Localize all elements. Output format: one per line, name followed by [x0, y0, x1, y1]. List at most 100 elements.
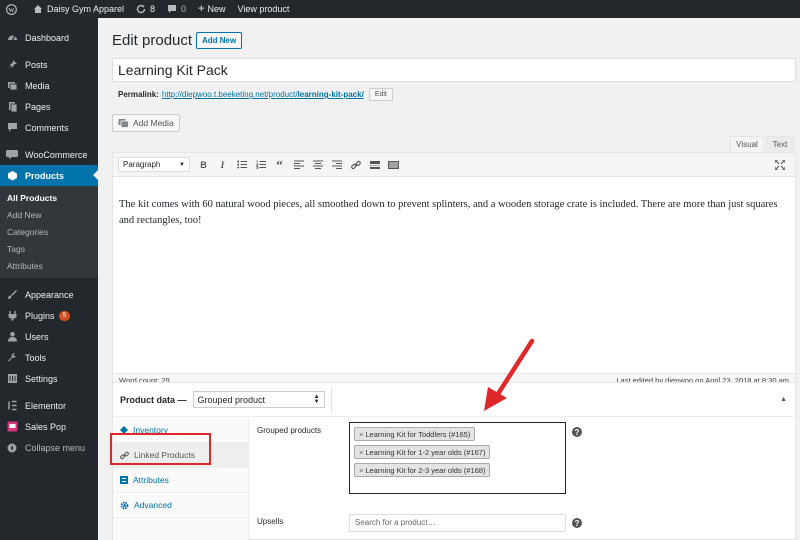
remove-icon[interactable]: × [359, 430, 363, 439]
home-icon [34, 5, 42, 13]
wordpress-logo[interactable]: W [0, 0, 27, 18]
submenu-all-products[interactable]: All Products [0, 189, 98, 206]
link-icon [350, 160, 361, 169]
sidebar-label: Pages [25, 101, 51, 112]
product-type-select[interactable]: Grouped product ▲ ▼ [192, 391, 325, 408]
align-right-button[interactable] [327, 157, 346, 173]
sidebar-item-media[interactable]: Media [0, 75, 98, 96]
sidebar-item-comments[interactable]: Comments [0, 117, 98, 138]
sales-pop-icon [6, 421, 18, 433]
grouped-product-chip[interactable]: × Learning Kit for 2-3 year olds (#168) [354, 463, 491, 477]
submenu-attributes[interactable]: Attributes [0, 257, 98, 274]
italic-button[interactable]: I [213, 157, 232, 173]
sidebar-item-users[interactable]: Users [0, 326, 98, 347]
linked-products-highlight [110, 433, 211, 465]
select-arrows-icon: ▲ ▼ [313, 393, 320, 405]
tab-visual[interactable]: Visual [730, 136, 764, 152]
numbered-list-button[interactable] [251, 157, 270, 173]
tab-text[interactable]: Text [766, 136, 794, 152]
sidebar-label: Plugins [25, 310, 55, 321]
plugins-update-badge: 5 [58, 310, 71, 321]
svg-text:W: W [8, 6, 15, 13]
bold-button[interactable]: B [194, 157, 213, 173]
view-product-label: View product [237, 4, 290, 14]
sidebar-item-woocommerce[interactable]: WooCommerce [0, 144, 98, 165]
grouped-products-field[interactable]: × Learning Kit for Toddlers (#165) × Learn… [349, 422, 566, 494]
woocommerce-icon [6, 149, 18, 161]
tab-label: Advanced [134, 500, 172, 510]
wrench-icon [6, 352, 18, 364]
fullscreen-button[interactable] [770, 157, 789, 173]
comment-icon [168, 5, 177, 13]
comments-link[interactable]: 0 [161, 0, 192, 18]
sidebar-item-tools[interactable]: Tools [0, 347, 98, 368]
sidebar-label: Sales Pop [25, 421, 67, 432]
insert-link-button[interactable] [346, 157, 365, 173]
format-select[interactable]: Paragraph ▼ [118, 157, 190, 172]
comment-icon [6, 122, 18, 134]
keyboard-icon [388, 160, 399, 169]
sidebar-item-dashboard[interactable]: Dashboard [0, 27, 98, 48]
upsells-help-icon[interactable]: ? [572, 518, 582, 528]
bullet-list-button[interactable] [232, 157, 251, 173]
add-media-button[interactable]: Add Media [112, 114, 180, 132]
add-media-label: Add Media [133, 118, 174, 128]
align-center-button[interactable] [308, 157, 327, 173]
quote-icon: “ [276, 156, 283, 172]
grouped-help-icon[interactable]: ? [572, 427, 582, 437]
submenu-tags[interactable]: Tags [0, 240, 98, 257]
sidebar-item-posts[interactable]: Posts [0, 54, 98, 75]
media-icon [6, 80, 18, 92]
sidebar-item-elementor[interactable]: Elementor [0, 395, 98, 416]
align-left-button[interactable] [289, 157, 308, 173]
sidebar-label: WooCommerce [25, 149, 88, 160]
permalink-link[interactable]: http://diepwoo.t.beeketing.net/product/l… [162, 90, 364, 99]
sidebar-item-appearance[interactable]: Appearance [0, 284, 98, 305]
submenu-categories[interactable]: Categories [0, 223, 98, 240]
editor-content[interactable]: The kit comes with 60 natural wood piece… [113, 177, 795, 229]
new-content-link[interactable]: + New [192, 0, 231, 18]
align-right-icon [331, 160, 342, 169]
gear-icon [120, 501, 129, 510]
align-center-icon [312, 160, 323, 169]
permalink-row: Permalink: http://diepwoo.t.beeketing.ne… [118, 88, 393, 101]
grouped-product-chip[interactable]: × Learning Kit for 1-2 year olds (#167) [354, 445, 491, 459]
media-icon [118, 119, 129, 128]
paintbrush-icon [6, 289, 18, 301]
read-more-button[interactable] [365, 157, 384, 173]
product-data-header: Product data — Grouped product ▲ ▼ ▲ [113, 383, 795, 417]
sidebar-item-pages[interactable]: Pages [0, 96, 98, 117]
permalink-label: Permalink: [118, 90, 159, 99]
sidebar-label: Users [25, 331, 49, 342]
view-product-link[interactable]: View product [232, 0, 296, 18]
grouped-product-chip[interactable]: × Learning Kit for Toddlers (#165) [354, 427, 476, 441]
sidebar-label: Settings [25, 373, 58, 384]
permalink-edit-button[interactable]: Edit [368, 88, 393, 101]
sidebar-label: Tools [25, 352, 47, 363]
remove-icon[interactable]: × [359, 448, 363, 457]
product-data-label: Product data — [120, 394, 187, 405]
toolbar-toggle-button[interactable] [384, 157, 403, 173]
collapse-toggle-icon[interactable]: ▲ [780, 396, 787, 403]
page-title: Edit product [112, 32, 193, 49]
site-name-link[interactable]: Daisy Gym Apparel [27, 0, 130, 18]
sidebar-item-products[interactable]: Products [0, 165, 98, 186]
remove-icon[interactable]: × [359, 466, 363, 475]
plus-icon: + [198, 3, 205, 15]
tab-attributes[interactable]: Attributes [113, 468, 248, 493]
italic-icon: I [220, 159, 225, 170]
sidebar-item-plugins[interactable]: Plugins 5 [0, 305, 98, 326]
blockquote-button[interactable]: “ [270, 157, 289, 173]
submenu-add-new[interactable]: Add New [0, 206, 98, 223]
sidebar-item-settings[interactable]: Settings [0, 368, 98, 389]
updates-link[interactable]: 8 [130, 0, 161, 18]
tab-advanced[interactable]: Advanced [113, 493, 248, 518]
admin-bar: W Daisy Gym Apparel 8 0 + New View produ… [0, 0, 800, 18]
product-title-input[interactable]: Learning Kit Pack [112, 58, 796, 82]
sidebar-collapse-menu[interactable]: Collapse menu [0, 437, 98, 458]
sidebar-item-sales-pop[interactable]: Sales Pop [0, 416, 98, 437]
users-icon [6, 331, 18, 343]
upsells-search-input[interactable]: Search for a product… [349, 514, 566, 532]
add-new-button[interactable]: Add New [196, 32, 243, 49]
chip-label: Learning Kit for 1-2 year olds (#167) [365, 447, 486, 457]
